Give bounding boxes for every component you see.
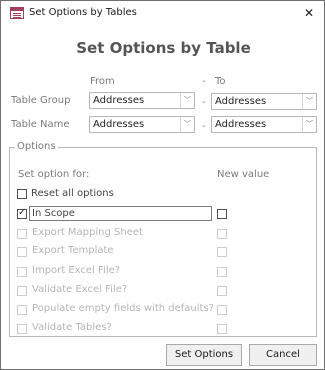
export-template-label: Export Template — [32, 245, 114, 256]
export-mapping-sheet-new-value-checkbox[interactable] — [217, 229, 227, 239]
new-value-label: New value — [217, 169, 270, 180]
import-excel-file-new-value-checkbox[interactable] — [217, 267, 227, 277]
table-group-to-select[interactable]: Addresses ﹀ — [211, 93, 317, 110]
export-template-checkbox[interactable] — [17, 247, 27, 257]
table-icon — [10, 7, 24, 19]
table-group-from-select[interactable]: Addresses ﹀ — [89, 92, 195, 109]
export-template-new-value-checkbox[interactable] — [217, 247, 227, 257]
export-mapping-sheet-checkbox[interactable] — [17, 229, 27, 239]
populate-empty-fields-new-value-checkbox[interactable] — [217, 305, 227, 315]
set-option-for-label: Set option for: — [18, 169, 90, 180]
chevron-down-icon[interactable]: ﹀ — [180, 93, 194, 108]
chevron-down-icon[interactable]: ﹀ — [180, 117, 194, 132]
validate-tables-new-value-checkbox[interactable] — [217, 324, 227, 334]
checkmark-icon: ✓ — [18, 207, 27, 218]
populate-empty-fields-label: Populate empty fields with defaults? — [32, 303, 214, 314]
validate-excel-file-new-value-checkbox[interactable] — [217, 286, 227, 296]
import-excel-file-label: Import Excel File? — [32, 265, 121, 276]
table-name-from-value: Addresses — [93, 119, 145, 130]
validate-excel-file-checkbox[interactable] — [17, 286, 27, 296]
validate-tables-checkbox[interactable] — [17, 324, 27, 334]
chevron-down-icon[interactable]: ﹀ — [302, 94, 316, 109]
validate-tables-label: Validate Tables? — [32, 322, 112, 333]
in-scope-new-value-checkbox[interactable] — [217, 209, 227, 219]
from-label: From — [90, 76, 115, 87]
import-excel-file-checkbox[interactable] — [17, 267, 27, 277]
window-title: Set Options by Tables — [29, 7, 137, 18]
table-group-to-value: Addresses — [215, 96, 267, 107]
table-name-from-select[interactable]: Addresses ﹀ — [89, 116, 195, 133]
title-bar: Set Options by Tables ✕ — [1, 1, 324, 25]
to-dash: - — [202, 76, 206, 87]
chevron-down-icon[interactable]: ﹀ — [302, 117, 316, 132]
set-options-button[interactable]: Set Options — [166, 344, 242, 366]
table-group-label: Table Group — [11, 95, 71, 106]
table-name-to-select[interactable]: Addresses ﹀ — [211, 116, 317, 133]
populate-empty-fields-checkbox[interactable] — [17, 305, 27, 315]
table-name-label: Table Name — [11, 119, 70, 130]
table-group-from-value: Addresses — [93, 95, 145, 106]
in-scope-checkbox[interactable]: ✓ — [17, 207, 27, 219]
dash: - — [202, 121, 206, 132]
dialog-window: Set Options by Tables ✕ Set Options by T… — [0, 0, 325, 370]
to-label: To — [215, 76, 226, 87]
table-name-to-value: Addresses — [215, 119, 267, 130]
in-scope-label: In Scope — [32, 208, 75, 219]
cancel-button[interactable]: Cancel — [249, 344, 317, 366]
reset-all-label: Reset all options — [31, 188, 114, 199]
close-icon[interactable]: ✕ — [297, 3, 321, 23]
validate-excel-file-label: Validate Excel File? — [32, 284, 128, 295]
reset-all-checkbox[interactable] — [17, 189, 27, 199]
dash: - — [202, 97, 206, 108]
page-title: Set Options by Table — [76, 39, 251, 57]
export-mapping-sheet-label: Export Mapping Sheet — [32, 227, 143, 238]
options-legend: Options — [15, 141, 58, 152]
